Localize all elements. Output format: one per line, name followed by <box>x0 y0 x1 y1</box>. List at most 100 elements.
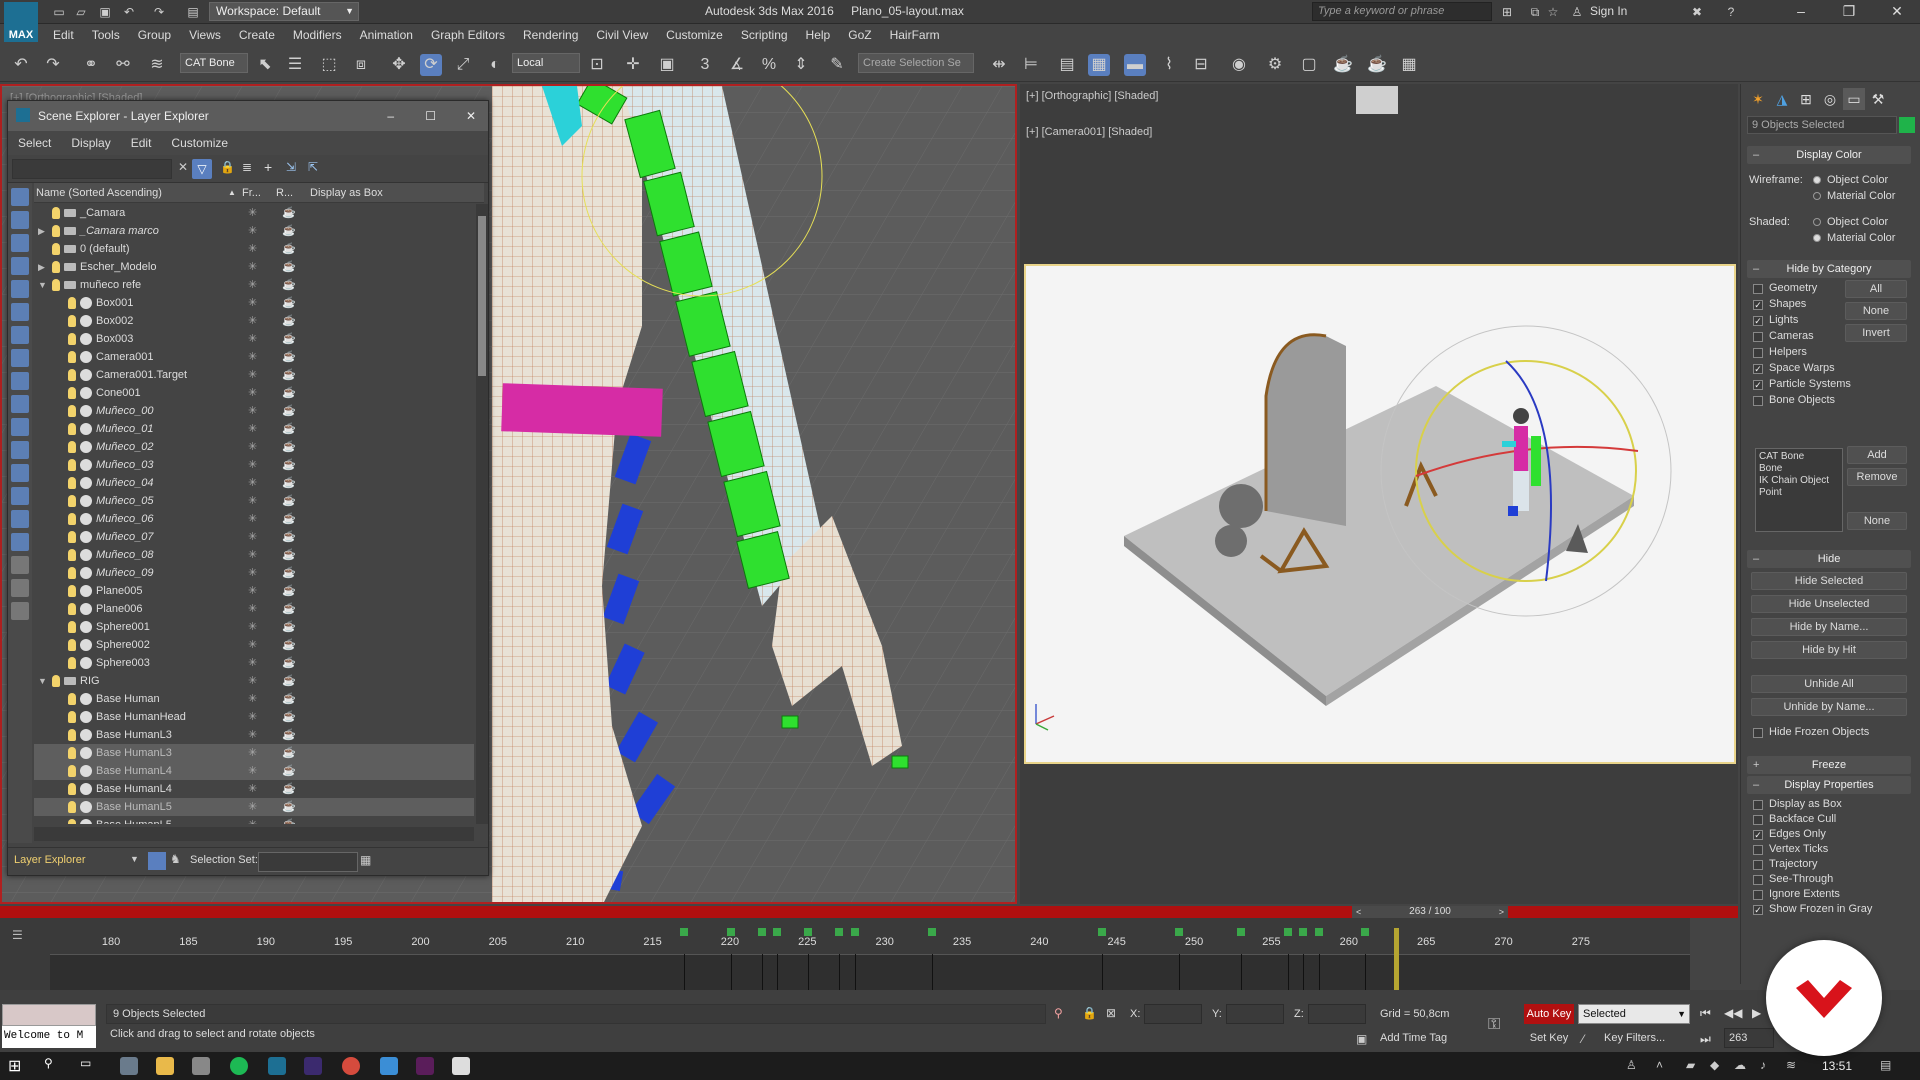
freeze-toggle-icon[interactable]: ✳ <box>248 276 257 294</box>
visibility-bulb-icon[interactable] <box>68 603 76 615</box>
category-checkbox[interactable]: ✓ <box>1753 380 1763 390</box>
freeze-toggle-icon[interactable]: ✳ <box>248 438 257 456</box>
renderable-toggle-icon[interactable]: ☕ <box>282 672 296 690</box>
search-icon[interactable]: ⚲ <box>44 1056 53 1070</box>
animation-key[interactable] <box>927 928 936 936</box>
track-bar-keys-area[interactable] <box>50 954 1690 990</box>
renderable-toggle-icon[interactable]: ☕ <box>282 546 296 564</box>
scene-tree-row[interactable]: Base HumanL3 ✳ ☕ <box>34 726 474 744</box>
freeze-toggle-icon[interactable]: ✳ <box>248 654 257 672</box>
animation-key[interactable] <box>757 928 766 936</box>
mirror-icon[interactable]: ⇹ <box>988 54 1010 76</box>
renderable-toggle-icon[interactable]: ☕ <box>282 690 296 708</box>
visibility-bulb-icon[interactable] <box>68 621 76 633</box>
minimize-button[interactable]: – <box>1778 0 1824 24</box>
user-icon[interactable]: ♙ <box>1568 4 1586 20</box>
tray-network-icon[interactable]: ▰ <box>1686 1058 1695 1072</box>
scene-tree-row[interactable]: Sphere002 ✳ ☕ <box>34 636 474 654</box>
visibility-bulb-icon[interactable] <box>52 243 60 255</box>
scene-tree-row[interactable]: Muñeco_08 ✳ ☕ <box>34 546 474 564</box>
list-item[interactable]: IK Chain Object <box>1759 475 1839 487</box>
curve-editor-icon[interactable]: ⌇ <box>1158 54 1180 76</box>
visibility-bulb-icon[interactable] <box>68 513 76 525</box>
renderable-toggle-icon[interactable]: ☕ <box>282 240 296 258</box>
manipulate-icon[interactable]: ✛ <box>622 54 644 76</box>
viewport-label-top[interactable]: [+] [Orthographic] [Shaded] <box>1026 90 1158 102</box>
scene-tree-row[interactable]: _Camara ✳ ☕ <box>34 204 474 222</box>
visibility-bulb-icon[interactable] <box>68 387 76 399</box>
renderable-toggle-icon[interactable]: ☕ <box>282 366 296 384</box>
selection-color-swatch[interactable] <box>1899 117 1915 133</box>
visibility-bulb-icon[interactable] <box>68 531 76 543</box>
chevron-down-icon[interactable]: ▼ <box>130 854 139 864</box>
schematic-view-icon[interactable]: ⊟ <box>1190 54 1212 76</box>
scene-tree-row[interactable]: ▶ _Camara marco ✳ ☕ <box>34 222 474 240</box>
lock-icon[interactable]: 🔒 <box>220 160 235 174</box>
rendered-frame-icon[interactable]: ▢ <box>1298 54 1320 76</box>
collapse-arrow-icon[interactable]: ▼ <box>38 276 47 294</box>
category-checkbox[interactable]: ✓ <box>1753 316 1763 326</box>
track-bar-menu-icon[interactable]: ☰ <box>12 928 23 942</box>
window-crossing-icon[interactable]: ⧈ <box>350 54 372 76</box>
ribbon-toggle-icon[interactable]: ▬ <box>1124 54 1146 76</box>
display-groups-icon[interactable] <box>11 349 29 367</box>
freeze-toggle-icon[interactable]: ✳ <box>248 456 257 474</box>
redo-icon[interactable]: ↷ <box>42 54 64 76</box>
renderable-toggle-icon[interactable]: ☕ <box>282 402 296 420</box>
prev-frame-icon[interactable]: < <box>1356 906 1361 918</box>
freeze-toggle-icon[interactable]: ✳ <box>248 402 257 420</box>
z-coordinate-field[interactable] <box>1308 1004 1366 1024</box>
renderable-toggle-icon[interactable]: ☕ <box>282 474 296 492</box>
set-key-button[interactable]: Set Key <box>1524 1028 1574 1048</box>
rollout-hide-by-category[interactable]: – Hide by Category <box>1747 260 1911 278</box>
renderable-toggle-icon[interactable]: ☕ <box>282 654 296 672</box>
shaded-material-color-radio[interactable] <box>1813 234 1821 242</box>
renderable-toggle-icon[interactable]: ☕ <box>282 744 296 762</box>
se-menu-display[interactable]: Display <box>61 136 120 150</box>
scene-tree-row[interactable]: ▶ Escher_Modelo ✳ ☕ <box>34 258 474 276</box>
scene-tree-row[interactable]: Base Human ✳ ☕ <box>34 690 474 708</box>
freeze-toggle-icon[interactable]: ✳ <box>248 330 257 348</box>
menu-goz[interactable]: GoZ <box>839 25 880 45</box>
select-by-name-icon[interactable]: ☰ <box>284 54 306 76</box>
freeze-toggle-icon[interactable]: ✳ <box>248 726 257 744</box>
pivot-center-icon[interactable]: ⊡ <box>586 54 608 76</box>
file-explorer-icon[interactable] <box>156 1057 174 1075</box>
renderable-toggle-icon[interactable]: ☕ <box>282 726 296 744</box>
animation-key[interactable] <box>835 928 844 936</box>
menu-tools[interactable]: Tools <box>83 25 129 45</box>
animation-key[interactable] <box>1299 928 1308 936</box>
menu-group[interactable]: Group <box>129 25 180 45</box>
category-invert-button[interactable]: Invert <box>1845 324 1907 342</box>
align-icon[interactable]: ⊨ <box>1020 54 1042 76</box>
snaps-toggle-icon[interactable]: 3 <box>694 54 716 76</box>
save-icon[interactable]: ▣ <box>96 4 114 20</box>
close-icon[interactable]: ✕ <box>466 101 476 131</box>
select-all-icon[interactable] <box>11 487 29 505</box>
renderable-toggle-icon[interactable]: ☕ <box>282 780 296 798</box>
rollout-display-color[interactable]: – Display Color <box>1747 146 1911 164</box>
display-containers-icon[interactable] <box>11 418 29 436</box>
freeze-toggle-icon[interactable]: ✳ <box>248 582 257 600</box>
named-selection-dropdown[interactable]: Create Selection Se <box>858 53 974 73</box>
visibility-bulb-icon[interactable] <box>68 495 76 507</box>
maxscript-mini-listener[interactable]: Welcome to M <box>2 1026 96 1048</box>
freeze-toggle-icon[interactable]: ✳ <box>248 384 257 402</box>
renderable-toggle-icon[interactable]: ☕ <box>282 582 296 600</box>
freeze-toggle-icon[interactable]: ✳ <box>248 366 257 384</box>
visibility-bulb-icon[interactable] <box>68 351 76 363</box>
taskbar-app-icon[interactable] <box>120 1057 138 1075</box>
x-coordinate-field[interactable] <box>1144 1004 1202 1024</box>
selection-filter-dropdown[interactable]: CAT Bone <box>180 53 248 73</box>
hide-frozen-checkbox[interactable] <box>1753 728 1763 738</box>
unhide-all-button[interactable]: Unhide All <box>1751 675 1907 693</box>
render-iterative-icon[interactable]: ☕ <box>1366 54 1388 76</box>
project-folder-icon[interactable]: ▤ <box>184 4 202 20</box>
visibility-bulb-icon[interactable] <box>68 315 76 327</box>
auto-key-button[interactable]: Auto Key <box>1524 1004 1574 1024</box>
category-list-none-button[interactable]: None <box>1847 512 1907 530</box>
expand-arrow-icon[interactable]: ▶ <box>38 222 45 240</box>
freeze-toggle-icon[interactable]: ✳ <box>248 294 257 312</box>
category-remove-button[interactable]: Remove <box>1847 468 1907 486</box>
hide-unselected-button[interactable]: Hide Unselected <box>1751 595 1907 613</box>
